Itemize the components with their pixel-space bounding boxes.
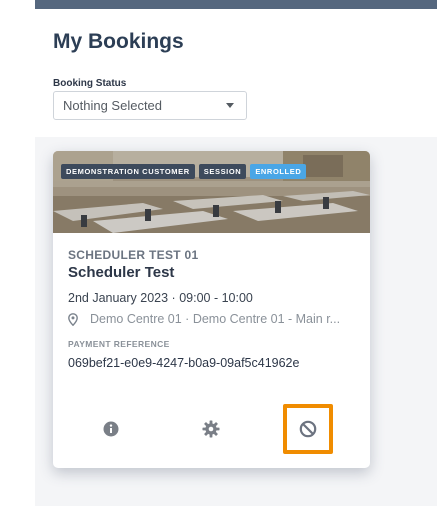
- location-text: Demo Centre 01 · Demo Centre 01 - Main r…: [90, 312, 341, 326]
- course-name: Scheduler Test: [68, 264, 175, 281]
- session-badge: SESSION: [198, 164, 247, 179]
- payment-reference-label: PAYMENT REFERENCE: [68, 339, 170, 349]
- session-time: 2nd January 2023 · 09:00 - 10:00: [68, 291, 253, 305]
- caret-down-icon: [226, 103, 234, 108]
- course-code: SCHEDULER TEST 01: [68, 248, 199, 262]
- booking-card: DEMONSTRATION CUSTOMER SESSION ENROLLED …: [53, 151, 370, 468]
- info-button[interactable]: [95, 413, 127, 445]
- cancel-booking-button[interactable]: [283, 404, 333, 454]
- top-bar: [35, 0, 437, 9]
- enrolled-badge: ENROLLED: [250, 164, 307, 179]
- booking-status-select[interactable]: Nothing Selected: [53, 91, 247, 120]
- customer-badge: DEMONSTRATION CUSTOMER: [61, 164, 195, 179]
- payment-reference-value: 069bef21-e0e9-4247-b0a9-09af5c41962e: [68, 356, 300, 370]
- page-title: My Bookings: [53, 30, 184, 53]
- location-row: Demo Centre 01 · Demo Centre 01 - Main r…: [68, 312, 340, 326]
- settings-button[interactable]: [195, 413, 227, 445]
- booking-status-label: Booking Status: [53, 78, 127, 89]
- gear-icon: [202, 420, 220, 438]
- badge-row: DEMONSTRATION CUSTOMER SESSION ENROLLED: [61, 164, 307, 179]
- booking-status-value: Nothing Selected: [63, 98, 163, 113]
- info-icon: [103, 421, 119, 437]
- cancel-icon: [299, 420, 317, 438]
- card-actions: [53, 404, 370, 454]
- map-pin-icon: [68, 312, 78, 326]
